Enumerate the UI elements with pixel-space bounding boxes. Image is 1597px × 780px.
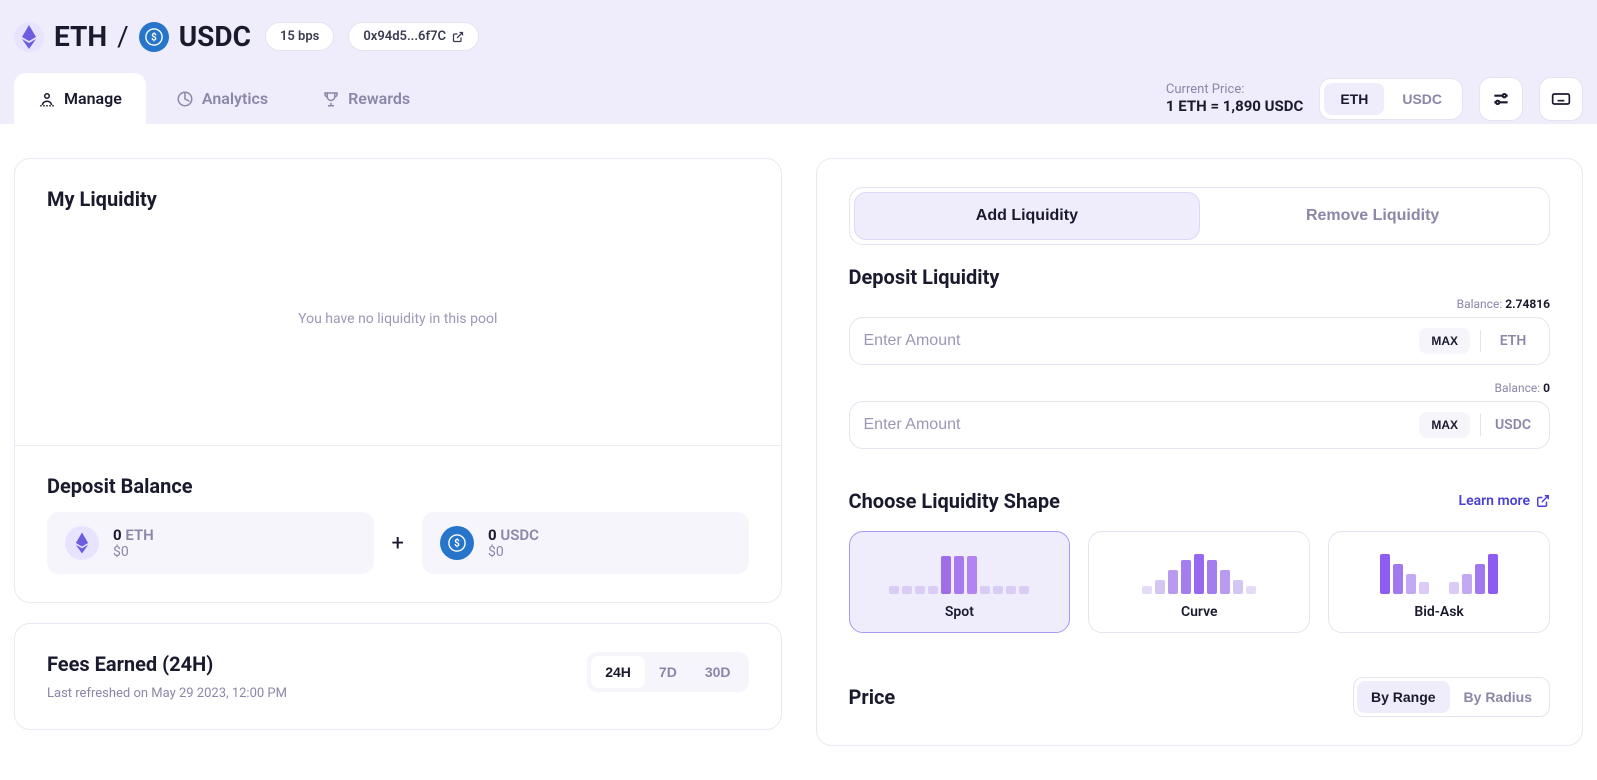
price-mode-toggle: By Range By Radius <box>1353 677 1550 717</box>
pair-slash: / <box>117 20 129 53</box>
deposit-liquidity-title: Deposit Liquidity <box>849 265 1551 289</box>
external-link-icon <box>452 31 464 43</box>
add-liquidity-card: Add Liquidity Remove Liquidity Deposit L… <box>816 158 1584 746</box>
denom-usdc-button[interactable]: USDC <box>1386 83 1458 115</box>
period-7d-button[interactable]: 7D <box>645 656 691 688</box>
by-radius-button[interactable]: By Radius <box>1450 681 1546 713</box>
balance-eth-line: Balance: 2.74816 <box>849 297 1551 311</box>
tab-manage-label: Manage <box>64 89 122 108</box>
usdc-usd: $0 <box>488 544 539 560</box>
usdc-icon: $ <box>440 526 474 560</box>
shape-curve[interactable]: Curve <box>1088 531 1310 633</box>
shape-curve-label: Curve <box>1101 604 1297 620</box>
shape-spot-label: Spot <box>862 604 1058 620</box>
eth-label: ETH <box>1491 333 1535 349</box>
input-usdc-row: MAX USDC <box>849 401 1551 449</box>
shape-title: Choose Liquidity Shape <box>849 489 1060 513</box>
tab-analytics-label: Analytics <box>202 89 268 108</box>
settings-button[interactable] <box>1479 77 1523 121</box>
expand-button[interactable] <box>1539 77 1583 121</box>
remove-liquidity-button[interactable]: Remove Liquidity <box>1200 192 1545 240</box>
current-price: Current Price: 1 ETH = 1,890 USDC <box>1166 82 1303 115</box>
svg-text:$: $ <box>151 32 157 43</box>
svg-text:$: $ <box>454 539 460 550</box>
denom-eth-button[interactable]: ETH <box>1324 83 1384 115</box>
plus-icon: + <box>392 531 404 556</box>
usdc-icon: $ <box>139 22 169 52</box>
fees-card: Fees Earned (24H) Last refreshed on May … <box>14 623 782 730</box>
fees-title: Fees Earned (24H) <box>47 652 287 676</box>
eth-usd: $0 <box>113 544 154 560</box>
shape-bidask-label: Bid-Ask <box>1341 604 1537 620</box>
my-liquidity-title: My Liquidity <box>47 187 749 211</box>
amount-usdc-input[interactable] <box>864 416 1410 434</box>
analytics-icon <box>176 90 194 108</box>
tab-rewards[interactable]: Rewards <box>298 73 434 124</box>
divider <box>1480 414 1481 436</box>
fees-period-toggle: 24H 7D 30D <box>587 652 748 692</box>
learn-more-label: Learn more <box>1459 493 1530 509</box>
empty-liquidity-msg: You have no liquidity in this pool <box>47 221 749 417</box>
period-24h-button[interactable]: 24H <box>591 656 645 688</box>
bidask-shape-icon <box>1341 550 1537 594</box>
shape-bidask[interactable]: Bid-Ask <box>1328 531 1550 633</box>
input-eth-row: MAX ETH <box>849 317 1551 365</box>
deposit-balance-title: Deposit Balance <box>47 474 749 498</box>
balance-usdc-value: 0 <box>1543 381 1550 395</box>
balance-usdc-line: Balance: 0 <box>849 381 1551 395</box>
token0-symbol: ETH <box>54 20 107 53</box>
rewards-icon <box>322 90 340 108</box>
balance-eth-value: 2.74816 <box>1505 297 1550 311</box>
by-range-button[interactable]: By Range <box>1357 681 1450 713</box>
sliders-icon <box>1491 89 1511 109</box>
price-denom-toggle: ETH USDC <box>1319 78 1463 120</box>
main-tabs: Manage Analytics Rewards <box>14 73 434 124</box>
price-title: Price <box>849 685 896 709</box>
max-usdc-button[interactable]: MAX <box>1419 412 1470 438</box>
tab-analytics[interactable]: Analytics <box>152 73 292 124</box>
deposit-balance-usdc: $ 0 USDC $0 <box>422 512 749 574</box>
manage-icon <box>38 90 56 108</box>
divider <box>1480 330 1481 352</box>
usdc-label: USDC <box>1491 417 1535 433</box>
learn-more-link[interactable]: Learn more <box>1459 493 1550 509</box>
tab-manage[interactable]: Manage <box>14 73 146 124</box>
usdc-symbol: USDC <box>500 526 539 544</box>
curve-shape-icon <box>1101 550 1297 594</box>
address-pill[interactable]: 0x94d5...6f7C <box>348 22 479 51</box>
eth-amount: 0 <box>113 526 122 544</box>
eth-symbol: ETH <box>125 526 153 544</box>
add-liquidity-button[interactable]: Add Liquidity <box>854 192 1201 240</box>
amount-eth-input[interactable] <box>864 332 1410 350</box>
deposit-balance-eth: 0 ETH $0 <box>47 512 374 574</box>
price-value: 1 ETH = 1,890 USDC <box>1166 97 1303 115</box>
period-30d-button[interactable]: 30D <box>691 656 745 688</box>
pair-title: ETH / $ USDC <box>14 20 251 53</box>
eth-icon <box>65 526 99 560</box>
external-link-icon <box>1536 494 1550 508</box>
token1-symbol: USDC <box>179 20 251 53</box>
eth-icon <box>14 22 44 52</box>
tab-rewards-label: Rewards <box>348 89 410 108</box>
price-label: Current Price: <box>1166 82 1303 97</box>
my-liquidity-card: My Liquidity You have no liquidity in th… <box>14 158 782 603</box>
spot-shape-icon <box>862 550 1058 594</box>
shape-spot[interactable]: Spot <box>849 531 1071 633</box>
fees-subtitle: Last refreshed on May 29 2023, 12:00 PM <box>47 686 287 701</box>
keyboard-icon <box>1551 92 1571 106</box>
max-eth-button[interactable]: MAX <box>1419 328 1470 354</box>
fee-tier-pill: 15 bps <box>265 22 334 51</box>
add-remove-toggle: Add Liquidity Remove Liquidity <box>849 187 1551 245</box>
usdc-amount: 0 <box>488 526 497 544</box>
address-text: 0x94d5...6f7C <box>363 29 446 44</box>
